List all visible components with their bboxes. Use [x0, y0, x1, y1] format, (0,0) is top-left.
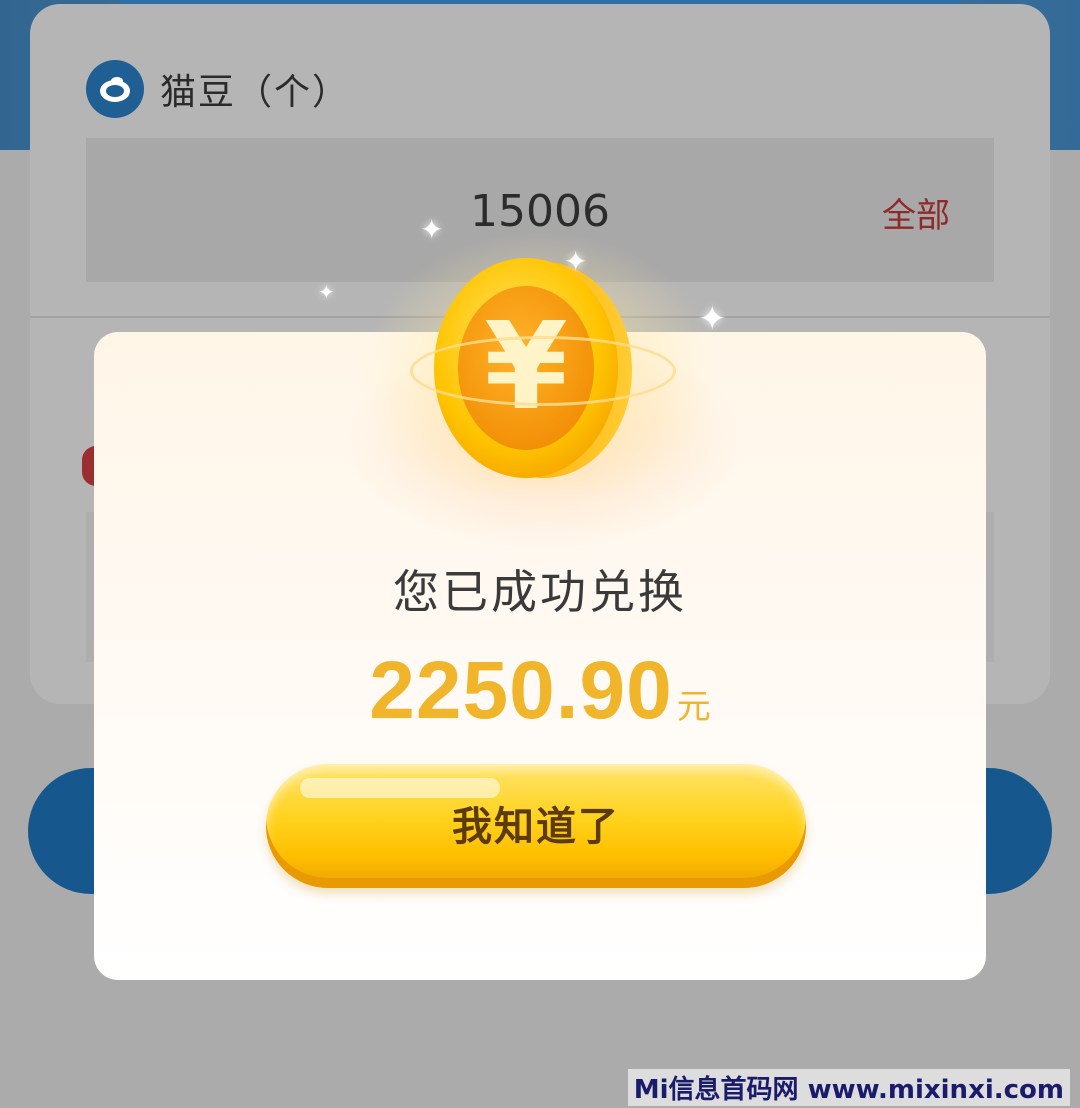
confirm-button[interactable]: 我知道了 — [266, 764, 806, 888]
success-message: 您已成功兑换 — [393, 565, 687, 619]
sparkle-icon: ✦ — [698, 299, 727, 339]
app-screen: 猫豆（个） 15006 全部 您已成功兑换 2250.90 元 我知道了 ¥ ✦… — [0, 0, 1080, 1108]
watermark: Mi信息首码网 www.mixinxi.com — [627, 1069, 1070, 1106]
coin-orbit-ring — [410, 336, 676, 406]
amount-number: 2250.90 — [369, 645, 673, 736]
bean-icon — [86, 60, 144, 118]
exchanged-amount: 2250.90 元 — [94, 644, 986, 738]
button-shine — [300, 778, 500, 798]
amount-unit: 元 — [676, 687, 711, 727]
card-header: 猫豆（个） — [86, 60, 350, 118]
coin-illustration: ¥ ✦ ✦ ✦ ✦ — [318, 210, 740, 510]
sparkle-icon: ✦ — [564, 245, 588, 278]
sparkle-icon: ✦ — [420, 213, 444, 246]
all-link[interactable]: 全部 — [882, 188, 950, 237]
card-title: 猫豆（个） — [160, 72, 351, 113]
sparkle-icon: ✦ — [318, 280, 335, 304]
confirm-label: 我知道了 — [452, 804, 620, 850]
